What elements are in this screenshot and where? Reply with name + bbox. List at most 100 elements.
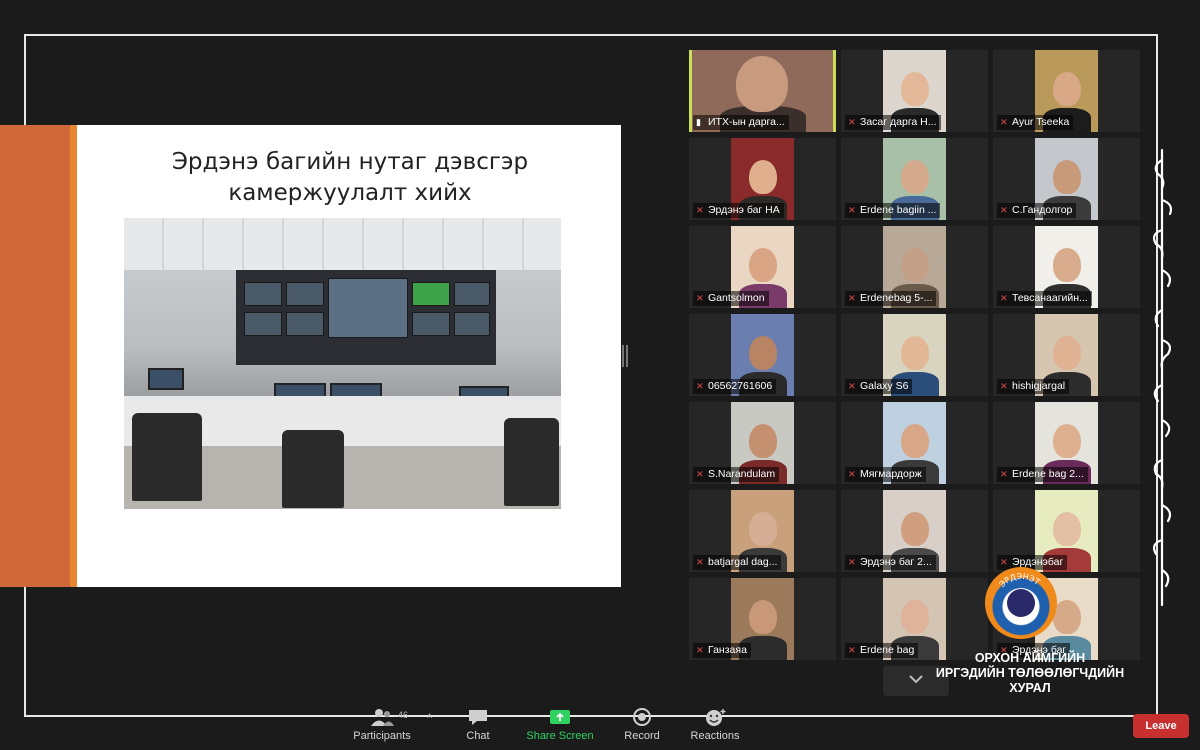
participant-name-label: ✕ Ayur Tseeka: [997, 115, 1074, 130]
participant-name-label: ✕ hishigjargal: [997, 379, 1070, 394]
participant-name: Эрдэнэ баг НА: [708, 204, 780, 216]
participant-name-label: ✕ Galaxy S6: [845, 379, 913, 394]
mic-muted-icon: ✕: [696, 469, 704, 479]
record-icon: [633, 708, 651, 726]
share-screen-label: Share Screen: [526, 730, 594, 742]
participant-name: Erdene bag: [860, 644, 915, 656]
participant-tile[interactable]: ✕ Засаг дарга Н...: [841, 50, 988, 132]
participant-name-label: ✕ Засаг дарга Н...: [845, 115, 941, 130]
participant-name: Ayur Tseeka: [1012, 116, 1070, 128]
mic-muted-icon: ✕: [848, 645, 856, 655]
slide-title-line-2: камержуулалт хийх: [228, 180, 472, 206]
reactions-button[interactable]: Reactions: [675, 707, 755, 742]
chat-button[interactable]: Chat: [438, 707, 518, 742]
participant-tile[interactable]: ✕ Erdenebag 5-...: [841, 226, 988, 308]
participant-name-label: ✕ Erdenebag 5-...: [845, 291, 937, 306]
mic-muted-icon: ✕: [696, 381, 704, 391]
pin-icon: ▮: [696, 117, 701, 127]
mic-muted-icon: ✕: [696, 205, 704, 215]
participant-name-label: ✕ С.Гандолгор: [997, 203, 1077, 218]
mongolian-script-decoration: [1152, 148, 1173, 607]
control-room-photo: [124, 218, 561, 509]
chat-icon: [469, 710, 487, 725]
participant-name-label: ✕ 06562761606: [693, 379, 777, 394]
participant-name: hishigjargal: [1012, 380, 1066, 392]
participant-tile[interactable]: ✕ Galaxy S6: [841, 314, 988, 396]
participants-icon: [371, 709, 394, 726]
reactions-label: Reactions: [690, 730, 740, 742]
photo-ceiling: [124, 218, 561, 270]
participants-label: Participants: [353, 730, 411, 742]
mic-muted-icon: ✕: [848, 381, 856, 391]
slide-title-line-1: Эрдэнэ багийн нутаг дэвсгэр: [171, 149, 529, 175]
participant-tile[interactable]: ✕ batjargal dag...: [689, 490, 836, 572]
participant-tile[interactable]: ✕ С.Гандолгор: [993, 138, 1140, 220]
participant-name: Эрдэнэ баг 2...: [860, 556, 932, 568]
participant-name-label: ✕ Мягмардорж: [845, 467, 926, 482]
participant-name: 06562761606: [708, 380, 773, 392]
participant-name-label: ✕ Эрдэнэ баг НА: [693, 203, 784, 218]
slide-accent-stripe: [70, 125, 77, 587]
participant-tile[interactable]: ✕ Эрдэнэбаг: [993, 490, 1140, 572]
participant-name-label: ✕ S.Narandulam: [693, 467, 780, 482]
slide-title: Эрдэнэ багийн нутаг дэвсгэр камержуулалт…: [110, 147, 590, 209]
participant-tile[interactable]: ✕ Ганзаяа: [689, 578, 836, 660]
mic-muted-icon: ✕: [848, 293, 856, 303]
mic-muted-icon: ✕: [848, 205, 856, 215]
mic-muted-icon: ✕: [848, 469, 856, 479]
organization-name: ОРХОН АЙМГИЙН ИРГЭДИЙН ТӨЛӨӨЛӨГЧДИЙН ХУР…: [930, 651, 1130, 696]
slide-accent-bar: [0, 125, 70, 587]
chat-label: Chat: [466, 730, 490, 742]
participant-name: Засаг дарга Н...: [860, 116, 937, 128]
participants-button[interactable]: Participants: [342, 707, 422, 742]
participant-name-label: ✕ Тевсанаагийн...: [997, 291, 1092, 306]
participant-tile[interactable]: ✕ Эрдэнэ баг НА: [689, 138, 836, 220]
participant-tile[interactable]: ▮ ИТХ-ын дарга...: [689, 50, 836, 132]
organization-logo: ЭРДЭНЭТ: [985, 567, 1057, 639]
participant-name: batjargal dag...: [708, 556, 778, 568]
participant-name-label: ✕ batjargal dag...: [693, 555, 782, 570]
mic-muted-icon: ✕: [696, 293, 704, 303]
org-name-line-1: ОРХОН АЙМГИЙН: [974, 651, 1086, 665]
org-name-line-3: ХУРАЛ: [1009, 681, 1051, 695]
mic-muted-icon: ✕: [696, 645, 704, 655]
participant-name: Мягмардорж: [860, 468, 922, 480]
participant-name-label: ✕ Erdene bagiin ...: [845, 203, 941, 218]
participant-name-label: ✕ Gantsolmon: [693, 291, 769, 306]
mic-muted-icon: ✕: [1000, 469, 1008, 479]
mic-muted-icon: ✕: [848, 557, 856, 567]
participant-tile[interactable]: ✕ Erdene bag: [841, 578, 988, 660]
participants-options-caret[interactable]: ˄: [427, 711, 432, 721]
share-screen-button[interactable]: Share Screen: [520, 707, 600, 742]
participant-tile[interactable]: ✕ Ayur Tseeka: [993, 50, 1140, 132]
participant-name: Тевсанаагийн...: [1012, 292, 1088, 304]
participant-tile[interactable]: ✕ Erdene bag 2...: [993, 402, 1140, 484]
participant-name-label: ▮ ИТХ-ын дарга...: [693, 115, 789, 130]
participant-tile[interactable]: ✕ S.Narandulam: [689, 402, 836, 484]
participants-count: 46: [398, 710, 409, 720]
split-view-handle[interactable]: [622, 345, 628, 367]
participant-name: Erdene bagiin ...: [860, 204, 937, 216]
mic-muted-icon: ✕: [1000, 293, 1008, 303]
mic-muted-icon: ✕: [1000, 205, 1008, 215]
participant-tile[interactable]: ✕ Erdene bagiin ...: [841, 138, 988, 220]
participant-tile[interactable]: ✕ 06562761606: [689, 314, 836, 396]
participant-name: Ганзаяа: [708, 644, 747, 656]
participant-tile[interactable]: ✕ Эрдэнэ баг 2...: [841, 490, 988, 572]
participant-name-label: ✕ Erdene bag: [845, 643, 919, 658]
logo-text: ЭРДЭНЭТ: [998, 572, 1042, 589]
participant-tile[interactable]: ✕ Тевсанаагийн...: [993, 226, 1140, 308]
mic-muted-icon: ✕: [1000, 117, 1008, 127]
leave-button[interactable]: Leave: [1133, 714, 1189, 738]
photo-video-wall: [236, 270, 496, 365]
participant-name: Gantsolmon: [708, 292, 765, 304]
mic-muted-icon: ✕: [696, 557, 704, 567]
participant-tile[interactable]: ✕ hishigjargal: [993, 314, 1140, 396]
participant-name: Erdenebag 5-...: [860, 292, 933, 304]
participant-tile[interactable]: ✕ Мягмардорж: [841, 402, 988, 484]
participant-name: ИТХ-ын дарга...: [708, 116, 785, 128]
participant-tile[interactable]: ✕ Gantsolmon: [689, 226, 836, 308]
record-button[interactable]: Record: [602, 707, 682, 742]
shared-slide: Эрдэнэ багийн нутаг дэвсгэр камержуулалт…: [0, 125, 621, 587]
org-name-line-2: ИРГЭДИЙН ТӨЛӨӨЛӨГЧДИЙН: [935, 666, 1125, 680]
